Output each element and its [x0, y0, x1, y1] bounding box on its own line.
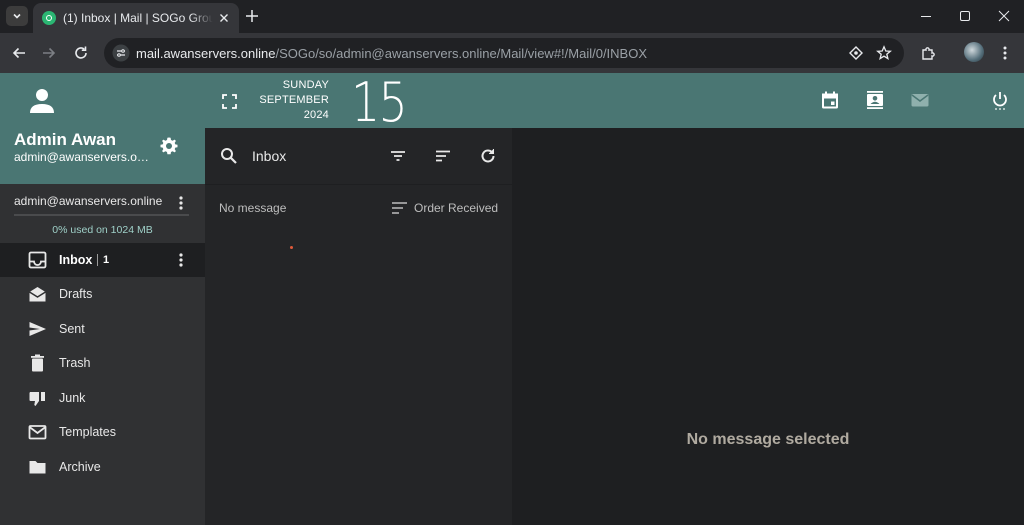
logout-power-icon[interactable] [990, 90, 1010, 110]
folder-label: Trash [59, 356, 91, 370]
folder-label: Sent [59, 322, 85, 336]
folder-sent[interactable]: Sent [0, 312, 205, 346]
sogo-favicon-icon [42, 11, 56, 25]
sogo-app: SUNDAY SEPTEMBER 2024 15 Admin Awan admi… [0, 71, 1024, 525]
templates-mail-icon [28, 425, 47, 440]
date-day-name: SUNDAY [282, 79, 329, 91]
folder-archive[interactable]: Archive [0, 450, 205, 484]
date-year: 2024 [303, 109, 329, 121]
date-month: SEPTEMBER [259, 94, 329, 106]
folder-more-vert-icon[interactable] [176, 251, 186, 269]
sort-order-label[interactable]: Order Received [414, 201, 498, 215]
app-top-bar: SUNDAY SEPTEMBER 2024 15 [205, 71, 1024, 134]
folder-label: Drafts [59, 287, 93, 301]
user-block: Admin Awan admin@awanservers.online [0, 73, 205, 184]
trash-icon [31, 354, 44, 372]
quota-text: 0% used on 1024 MB [52, 224, 153, 236]
drafts-icon [29, 287, 46, 302]
folder-junk[interactable]: Junk [0, 381, 205, 415]
back-arrow-icon[interactable] [10, 44, 28, 62]
junk-thumbs-down-icon [29, 392, 45, 406]
user-avatar-icon [30, 89, 54, 113]
minimize-window-icon[interactable] [918, 8, 934, 24]
maximize-window-icon[interactable] [957, 8, 973, 24]
contacts-icon[interactable] [865, 90, 885, 110]
no-selection-text: No message selected [686, 431, 850, 448]
forward-arrow-icon[interactable] [40, 44, 58, 62]
filter-icon[interactable] [389, 147, 407, 165]
folder-templates[interactable]: Templates [0, 415, 205, 449]
chevron-down-icon [13, 13, 21, 19]
close-tab-icon[interactable] [217, 11, 231, 25]
current-folder-title: Inbox [252, 148, 287, 164]
browser-tab[interactable]: (1) Inbox | Mail | SOGo Groupware [33, 3, 239, 33]
folder-inbox[interactable]: Inbox 1 [0, 243, 205, 277]
account-row[interactable]: admin@awanservers.online 0% used on 1024… [0, 184, 205, 241]
folder-label: Junk [59, 391, 86, 405]
refresh-icon[interactable] [479, 147, 497, 165]
close-window-icon[interactable] [996, 8, 1012, 24]
fullscreen-icon[interactable] [222, 94, 237, 109]
tab-search-button[interactable] [6, 6, 28, 26]
message-viewer-pane: No message selected [512, 128, 1024, 525]
user-name: Admin Awan [14, 130, 117, 149]
google-lens-icon[interactable] [848, 45, 864, 61]
reload-icon[interactable] [72, 44, 90, 62]
user-email: admin@awanservers.online [14, 150, 149, 164]
quota-progress-bar [14, 214, 189, 216]
account-name: admin@awanservers.online [14, 194, 163, 208]
search-icon[interactable] [220, 147, 238, 165]
sort-order-icon[interactable] [391, 201, 408, 215]
folder-label: Archive [59, 460, 101, 474]
address-bar[interactable]: mail.awanservers.online/SOGo/so/admin@aw… [104, 38, 904, 68]
sidebar: Admin Awan admin@awanservers.online admi… [0, 73, 205, 525]
sent-icon [29, 322, 46, 336]
url-text: mail.awanservers.online/SOGo/so/admin@aw… [136, 46, 647, 61]
new-tab-icon[interactable] [244, 8, 260, 24]
unread-count-badge: 1 [97, 254, 109, 266]
profile-avatar[interactable] [964, 42, 984, 62]
url-path: /SOGo/so/admin@awanservers.online/Mail/v… [275, 46, 648, 61]
sort-icon[interactable] [434, 147, 452, 165]
message-list-header: Inbox [205, 128, 512, 185]
browser-tab-strip: (1) Inbox | Mail | SOGo Groupware [0, 0, 1024, 33]
message-list-pane: Inbox No message Order Received [205, 128, 512, 525]
tab-title: (1) Inbox | Mail | SOGo Groupware [63, 11, 213, 25]
empty-list-text: No message [219, 201, 287, 215]
account-more-vert-icon[interactable] [176, 194, 186, 212]
bookmark-star-icon[interactable] [876, 45, 892, 61]
more-vert-icon[interactable] [996, 44, 1014, 62]
folder-trash[interactable]: Trash [0, 346, 205, 380]
site-info-icon[interactable] [112, 44, 130, 62]
inbox-icon [28, 251, 47, 269]
folder-drafts[interactable]: Drafts [0, 277, 205, 311]
gear-icon[interactable] [159, 136, 179, 156]
folder-label: Templates [59, 425, 116, 439]
calendar-icon[interactable] [820, 90, 840, 110]
mail-icon[interactable] [910, 90, 930, 110]
date-day-number: 15 [351, 71, 408, 134]
folder-label: Inbox [59, 253, 93, 267]
browser-toolbar: mail.awanservers.online/SOGo/so/admin@aw… [0, 33, 1024, 73]
extensions-puzzle-icon[interactable] [920, 44, 938, 62]
loading-indicator [290, 246, 293, 249]
url-host: mail.awanservers.online [136, 46, 276, 61]
archive-folder-icon [29, 461, 46, 474]
